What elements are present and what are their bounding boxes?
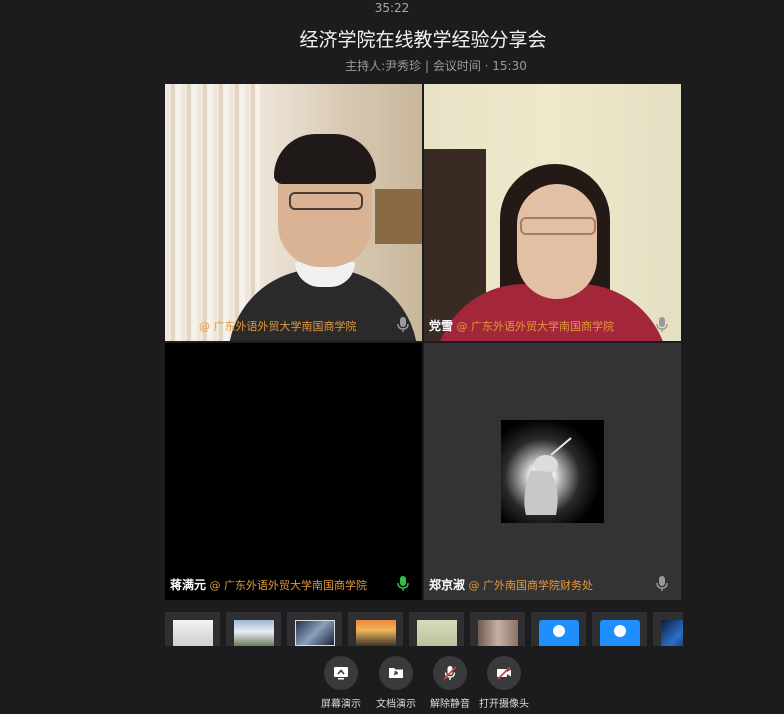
default-avatar-icon <box>539 620 579 646</box>
thumbnail[interactable] <box>287 612 342 646</box>
screen-share-icon <box>324 656 358 690</box>
participant-org: @ 广东外语外贸大学南国商学院 <box>199 320 357 333</box>
curtain <box>165 84 260 341</box>
video-tile-1[interactable]: @ 广东外语外贸大学南国商学院 <box>165 84 422 341</box>
participant-name: 蒋满元 <box>170 578 207 592</box>
mic-muted-icon <box>433 656 467 690</box>
participant-thumbnail-strip[interactable] <box>165 612 683 646</box>
meeting-subtitle: 主持人:尹秀珍 | 会议时间 · 15:30 <box>345 59 527 73</box>
default-avatar-icon <box>600 620 640 646</box>
thumbnail[interactable] <box>470 612 525 646</box>
participant-name: 郑京淑 <box>429 578 466 592</box>
thumbnail[interactable] <box>165 612 220 646</box>
participant-label: 党雪 @ 广东外语外贸大学南国商学院 <box>429 317 614 334</box>
dancer-icon <box>524 437 572 515</box>
participant-glasses <box>520 217 596 235</box>
camera-off-icon <box>487 656 521 690</box>
thumbnail[interactable] <box>653 612 683 646</box>
meeting-title: 经济学院在线教学经验分享会 <box>299 29 547 51</box>
avatar <box>501 420 604 523</box>
video-tile-3[interactable]: 蒋满元 @ 广东外语外贸大学南国商学院 <box>165 343 422 600</box>
participant-head <box>517 184 597 299</box>
thumbnail[interactable] <box>409 612 464 646</box>
thumbnail[interactable] <box>592 612 647 646</box>
participant-org: @ 广东外语外贸大学南国商学院 <box>456 320 615 333</box>
folder-icon <box>379 656 413 690</box>
meeting-toolbar: 屏幕演示 文档演示 解除静音 打开摄像头 <box>0 656 784 714</box>
mic-active-icon <box>397 576 409 591</box>
video-grid: @ 广东外语外贸大学南国商学院 党雪 @ 广东外语外贸大学南国商学院 蒋满元 @… <box>165 84 681 600</box>
participant-label: 郑京淑 @ 广外南国商学院财务处 <box>429 576 593 593</box>
mic-icon <box>397 317 409 332</box>
cabinet <box>375 189 422 244</box>
participant-name: 党雪 <box>429 319 454 333</box>
participant-org: @ 广外南国商学院财务处 <box>468 579 594 592</box>
camera-button[interactable]: 打开摄像头 <box>469 656 539 710</box>
video-tile-4[interactable]: 郑京淑 @ 广外南国商学院财务处 <box>424 343 681 600</box>
participant-label: 蒋满元 @ 广东外语外贸大学南国商学院 <box>170 576 367 593</box>
meeting-timer: 35:22 <box>374 1 410 15</box>
participant-label: @ 广东外语外贸大学南国商学院 <box>199 318 357 334</box>
participant-glasses <box>289 192 363 210</box>
participant-hair <box>274 134 376 184</box>
video-tile-2[interactable]: 党雪 @ 广东外语外贸大学南国商学院 <box>424 84 681 341</box>
participant-org: @ 广东外语外贸大学南国商学院 <box>209 579 368 592</box>
thumbnail[interactable] <box>226 612 281 646</box>
thumbnail[interactable] <box>531 612 586 646</box>
camera-label: 打开摄像头 <box>479 699 529 710</box>
thumbnail[interactable] <box>348 612 403 646</box>
mic-icon <box>656 317 668 332</box>
mic-icon <box>656 576 668 591</box>
